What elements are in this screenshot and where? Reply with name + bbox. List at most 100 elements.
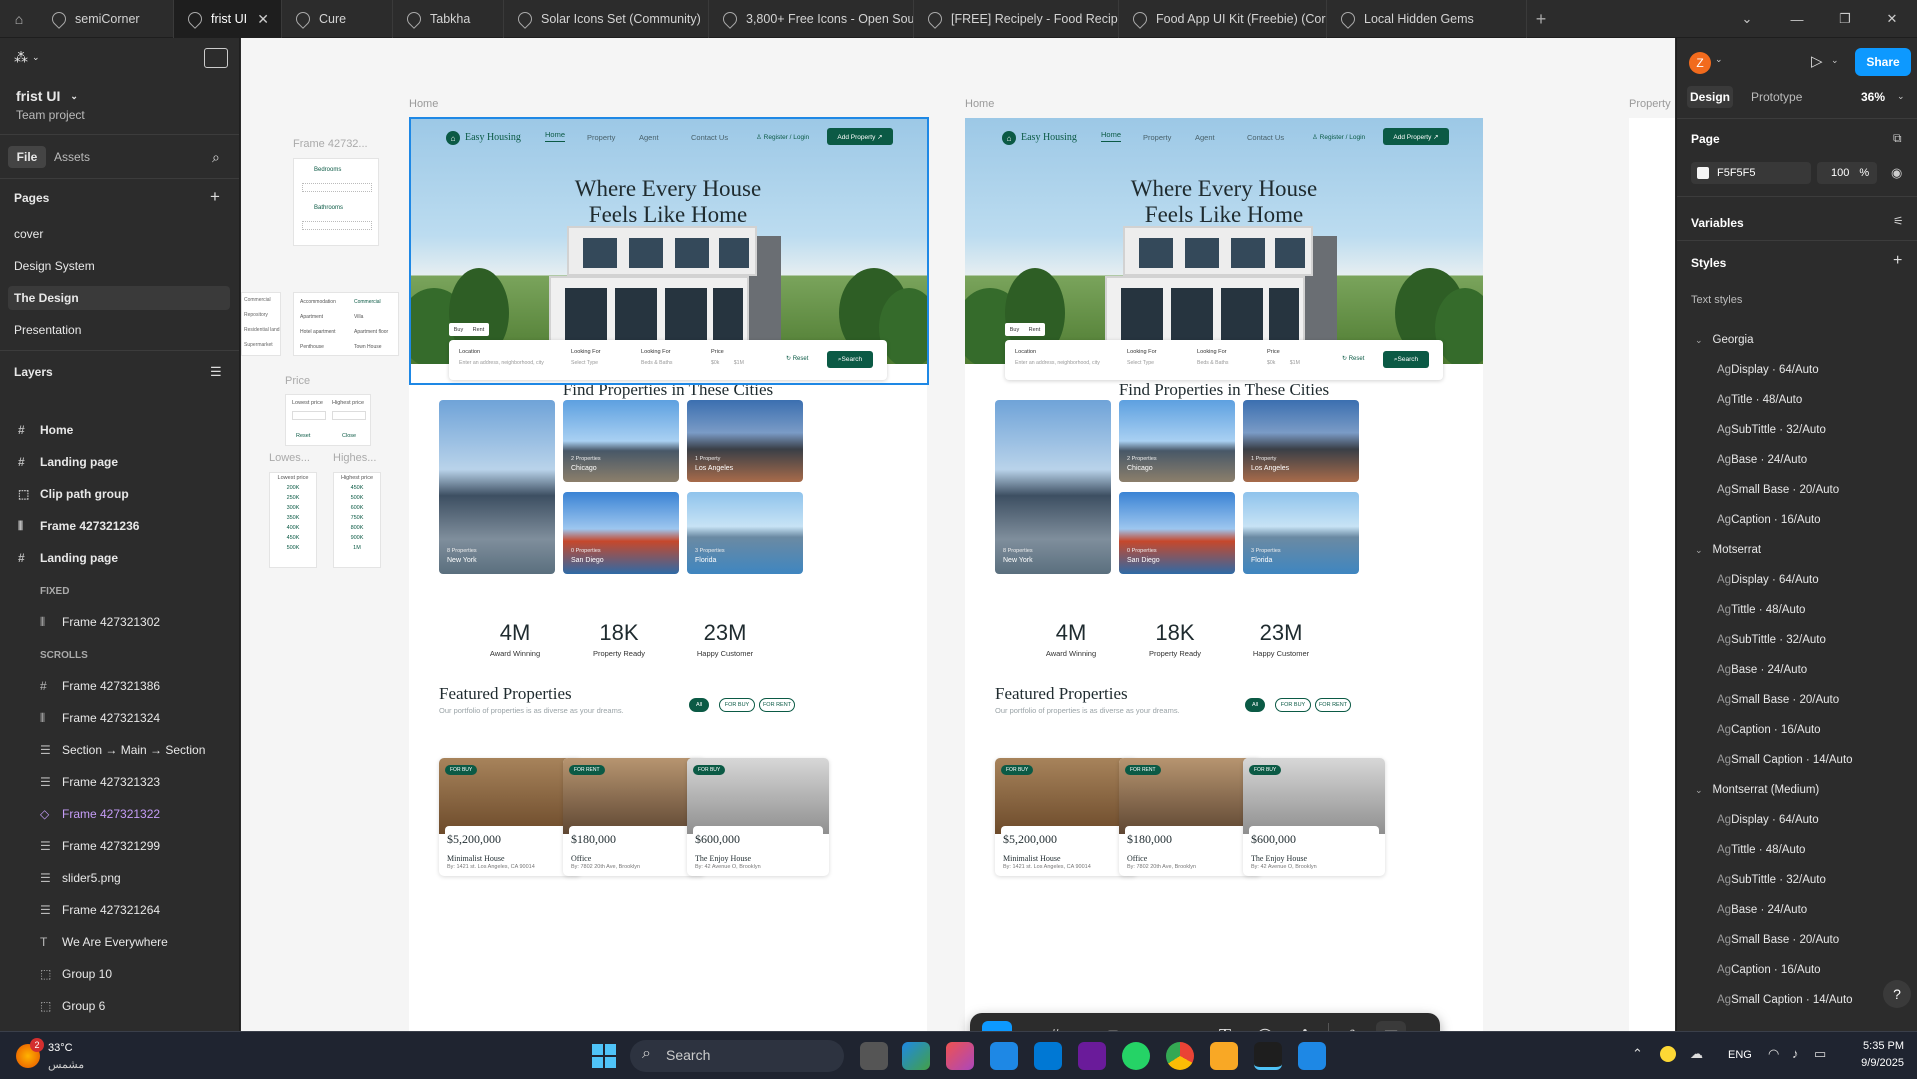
rent-tab[interactable]: Rent bbox=[473, 327, 485, 333]
search-button[interactable]: ⌕ Search bbox=[1383, 351, 1429, 368]
type-option[interactable]: Commercial bbox=[244, 293, 280, 308]
design-mode-icon[interactable]: ▦ bbox=[1376, 1021, 1406, 1031]
register-login-link[interactable]: ♙ Register / Login bbox=[1312, 133, 1365, 141]
price-option[interactable]: 300K bbox=[270, 503, 316, 513]
volume-icon[interactable]: ♪ bbox=[1792, 1046, 1799, 1061]
battery-icon[interactable]: ▭ bbox=[1814, 1046, 1826, 1062]
filter-pill[interactable]: FOR RENT bbox=[1315, 698, 1351, 712]
layer-item[interactable]: ☰ Frame 427321299 bbox=[0, 833, 239, 859]
city-card[interactable]: 8 Properties New York bbox=[439, 400, 555, 574]
frame-label-1[interactable]: Home bbox=[409, 98, 438, 110]
layer-item[interactable]: ⫴ Frame 427321324 bbox=[0, 705, 239, 731]
tab-prototype[interactable]: Prototype bbox=[1751, 90, 1802, 104]
dev-mode-icon[interactable]: </> bbox=[1408, 1021, 1438, 1032]
highest-price-dropdown[interactable]: Highest price 450K 500K 600K 750K 800K 900K 1M bbox=[333, 472, 381, 568]
tab-8[interactable]: Local Hidden Gems bbox=[1327, 0, 1527, 38]
filter-pill[interactable]: FOR RENT bbox=[759, 698, 795, 712]
draw-mode-icon[interactable]: ✎ bbox=[1340, 1021, 1370, 1031]
brand-name[interactable]: Easy Housing bbox=[465, 132, 521, 143]
taskbar-search-box[interactable]: ⌕ Search bbox=[630, 1040, 844, 1072]
lowest-price-input[interactable] bbox=[292, 411, 326, 420]
nav-link[interactable]: Contact Us bbox=[1247, 133, 1284, 142]
property-card[interactable]: FOR RENT $180,000 Office By: 7802 20th A… bbox=[1119, 758, 1261, 876]
page-opacity-field[interactable]: 100% bbox=[1817, 162, 1877, 184]
price-option[interactable]: 350K bbox=[270, 513, 316, 523]
variables-title[interactable]: Variables bbox=[1691, 216, 1744, 230]
whatsapp-icon[interactable] bbox=[1122, 1042, 1150, 1070]
city-card[interactable]: 1 Property Los Angeles bbox=[1243, 400, 1359, 482]
move-tool-menu-icon[interactable]: ⌄ bbox=[1012, 1021, 1026, 1032]
chrome-icon[interactable] bbox=[1166, 1042, 1194, 1070]
file-explorer-icon[interactable] bbox=[1210, 1042, 1238, 1070]
rent-tab[interactable]: Rent bbox=[1029, 327, 1041, 333]
comment-tool-icon[interactable]: ◯ bbox=[1250, 1021, 1280, 1031]
language-indicator[interactable]: ENG bbox=[1728, 1049, 1752, 1061]
style-group-header[interactable]: ⌄ Montserrat (Medium) bbox=[1695, 784, 1819, 796]
buy-rent-toggle[interactable]: Buy Rent bbox=[449, 323, 489, 336]
text-style-item[interactable]: AgSubTittle · 32/Auto bbox=[1717, 874, 1826, 886]
property-card[interactable]: FOR BUY $600,000 The Enjoy House By: 42 … bbox=[687, 758, 829, 876]
filter-pill[interactable]: FOR BUY bbox=[719, 698, 755, 712]
city-card[interactable]: 0 Properties San Diego bbox=[1119, 492, 1235, 574]
avatar[interactable]: Z bbox=[1689, 52, 1711, 74]
tab-4[interactable]: Solar Icons Set (Community) bbox=[504, 0, 709, 38]
restore-button[interactable]: ❐ bbox=[1820, 0, 1870, 38]
brand-logo-icon[interactable]: ⌂ bbox=[1002, 131, 1016, 145]
price-option[interactable]: 600K bbox=[334, 503, 380, 513]
frame-label-2[interactable]: Home bbox=[965, 98, 994, 110]
layer-item[interactable]: ☰ slider5.png bbox=[0, 865, 239, 891]
reset-link[interactable]: Reset bbox=[296, 433, 310, 439]
filter-pill[interactable]: All bbox=[689, 698, 709, 712]
present-icon[interactable]: ▷ bbox=[1811, 52, 1823, 70]
nav-link[interactable]: Property bbox=[587, 133, 615, 142]
reset-button[interactable]: ↻ Reset bbox=[1342, 355, 1364, 362]
text-style-item[interactable]: AgTittle · 48/Auto bbox=[1717, 604, 1805, 616]
property-card[interactable]: FOR BUY $5,200,000 Minimalist House By: … bbox=[995, 758, 1137, 876]
m365-icon[interactable] bbox=[1078, 1042, 1106, 1070]
type-select[interactable]: Looking For Select Type bbox=[1127, 349, 1157, 366]
price-option[interactable]: 800K bbox=[334, 523, 380, 533]
home-icon[interactable]: ⌂ bbox=[0, 0, 38, 38]
city-card[interactable]: 3 Properties Florida bbox=[687, 492, 803, 574]
share-button[interactable]: Share bbox=[1855, 48, 1911, 76]
avatar-menu-icon[interactable]: ⌄ bbox=[1715, 54, 1723, 65]
price-option[interactable]: 900K bbox=[334, 533, 380, 543]
pen-tool-menu-icon[interactable]: ⌄ bbox=[1184, 1021, 1198, 1032]
text-style-item[interactable]: AgBase · 24/Auto bbox=[1717, 454, 1807, 466]
move-tool-icon[interactable]: ➤ bbox=[982, 1021, 1012, 1031]
price-range[interactable]: Price $0k $1M bbox=[711, 349, 744, 366]
layer-item[interactable]: T We Are Everywhere bbox=[0, 929, 239, 955]
type-option[interactable]: Villa bbox=[354, 310, 388, 325]
type-option[interactable]: Apartment floor bbox=[354, 325, 388, 340]
type-option[interactable]: Penthouse bbox=[300, 340, 336, 355]
city-card[interactable]: 0 Properties San Diego bbox=[563, 492, 679, 574]
close-window-button[interactable]: ✕ bbox=[1867, 0, 1917, 38]
tray-app-icon[interactable] bbox=[1660, 1046, 1676, 1062]
style-group-header[interactable]: ⌄ Motserrat bbox=[1695, 544, 1761, 556]
text-style-item[interactable]: AgSmall Base · 20/Auto bbox=[1717, 484, 1839, 496]
page-item[interactable]: Design System bbox=[8, 254, 230, 278]
minimize-button[interactable]: — bbox=[1772, 0, 1822, 38]
text-style-item[interactable]: AgSubTittle · 32/Auto bbox=[1717, 424, 1826, 436]
visibility-eye-icon[interactable]: ◉ bbox=[1891, 165, 1902, 181]
text-style-item[interactable]: AgCaption · 16/Auto bbox=[1717, 724, 1821, 736]
price-filter-frame[interactable]: Lowest price Highest price Reset Close bbox=[285, 394, 371, 446]
text-style-item[interactable]: AgBase · 24/Auto bbox=[1717, 904, 1807, 916]
app-icon[interactable] bbox=[1298, 1042, 1326, 1070]
frame-tool-icon[interactable]: # bbox=[1040, 1021, 1070, 1031]
layer-item[interactable]: ☰ Frame 427321264 bbox=[0, 897, 239, 923]
filter-pill[interactable]: All bbox=[1245, 698, 1265, 712]
side-frame-label[interactable]: Frame 42732... bbox=[293, 138, 368, 150]
clock-time[interactable]: 5:35 PM bbox=[1854, 1040, 1904, 1052]
layer-item[interactable]: ⬚ Group 6 bbox=[0, 993, 239, 1019]
layer-item[interactable]: ⬚ Group 10 bbox=[0, 961, 239, 987]
layer-item[interactable]: # Landing page bbox=[0, 449, 239, 475]
close-tab-icon[interactable]: ✕ bbox=[257, 11, 269, 28]
page-item[interactable]: Presentation bbox=[8, 318, 230, 342]
nav-link[interactable]: Agent bbox=[1195, 133, 1215, 142]
highest-frame-label[interactable]: Highes... bbox=[333, 452, 376, 464]
bed-bath-filter-frame[interactable]: Bedrooms Bathrooms bbox=[293, 158, 379, 246]
pen-tool-icon[interactable]: ✒ bbox=[1154, 1021, 1184, 1031]
price-frame-label[interactable]: Price bbox=[285, 375, 310, 387]
text-style-item[interactable]: AgTittle · 48/Auto bbox=[1717, 844, 1805, 856]
